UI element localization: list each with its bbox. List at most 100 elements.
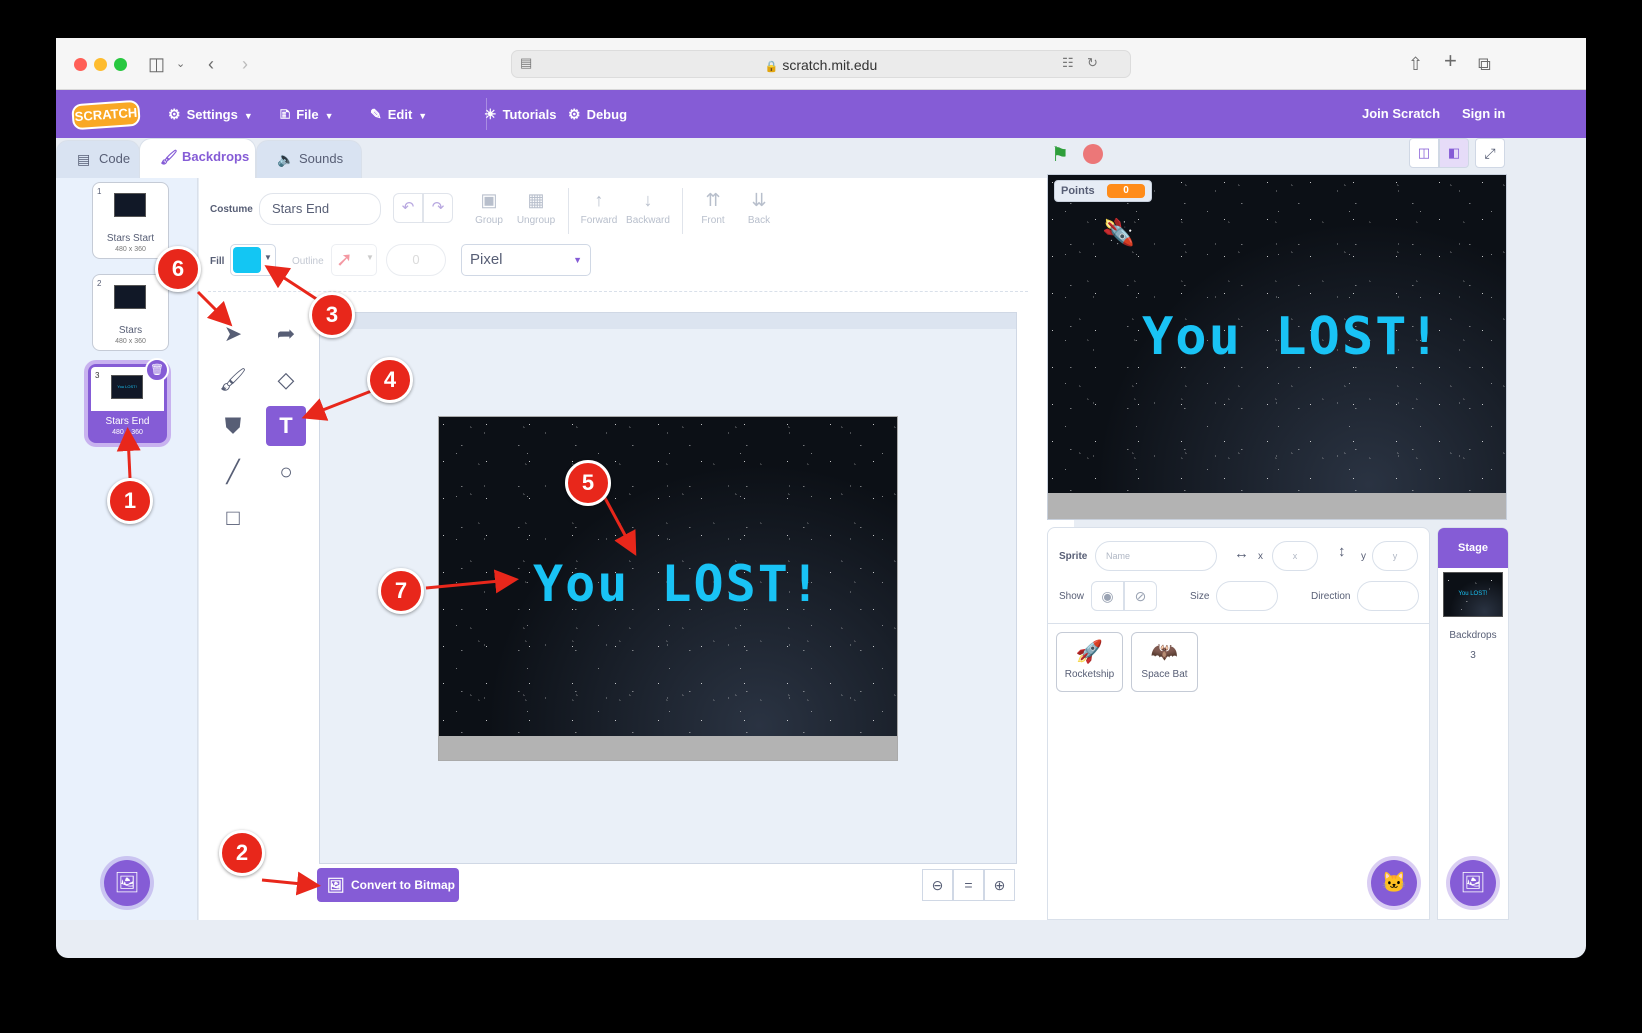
rocketship-sprite[interactable]: 🚀 — [1103, 216, 1134, 248]
back-label: Back — [747, 215, 771, 226]
tab-backdrops-label: Backdrops — [182, 149, 250, 164]
tabs-overview-icon[interactable]: ⧉ — [1478, 52, 1491, 76]
outline-color-picker[interactable]: ➚ ▼ — [331, 244, 377, 276]
stage-canvas[interactable]: You LOST! 🚀 — [1047, 174, 1507, 520]
chevron-down-icon[interactable]: ⌄ — [176, 52, 185, 76]
zoom-out-button[interactable]: ⊖ — [922, 869, 953, 901]
file-menu[interactable]: 🗈 File ▼ — [280, 104, 334, 126]
backdrop-number: 1 — [97, 187, 102, 196]
delete-backdrop-button[interactable]: 🗑 — [145, 358, 169, 382]
select-tool[interactable]: ➤ — [213, 314, 253, 354]
font-select[interactable]: Pixel ▼ — [461, 244, 591, 276]
zoom-in-button[interactable]: ⊕ — [984, 869, 1015, 901]
stop-icon[interactable] — [1083, 144, 1103, 164]
circle-tool[interactable]: ○ — [266, 452, 306, 492]
share-icon[interactable]: ⇧ — [1408, 52, 1423, 76]
zoom-reset-button[interactable]: = — [953, 869, 984, 901]
join-scratch-link[interactable]: Join Scratch — [1362, 104, 1440, 124]
choose-sprite-button[interactable]: 🐱 — [1371, 860, 1417, 906]
sign-in-link[interactable]: Sign in — [1462, 104, 1505, 124]
green-flag-icon[interactable]: ⚑ — [1051, 142, 1069, 167]
ungroup-label: Ungroup — [516, 215, 556, 226]
rectangle-tool[interactable]: □ — [213, 498, 253, 538]
brush-tool[interactable]: 🖌 — [213, 360, 253, 400]
edit-menu[interactable]: ✎ Edit ▼ — [370, 104, 427, 126]
toolbar-divider — [568, 188, 569, 234]
scratch-logo[interactable]: SCRATCH — [71, 99, 141, 131]
edit-label: Edit — [387, 107, 413, 122]
front-button[interactable]: ⇈ Front — [696, 190, 730, 226]
backward-label: Backward — [626, 215, 670, 226]
zoom-out-icon: ⊖ — [931, 877, 944, 893]
x-input[interactable]: x — [1272, 541, 1318, 571]
choose-backdrop-stage-button[interactable]: 🖼 — [1450, 860, 1496, 906]
new-tab-icon[interactable]: + — [1444, 49, 1457, 73]
backdrop-item[interactable]: 1 Stars Start 480 x 360 — [92, 182, 169, 259]
close-window-button[interactable] — [74, 58, 87, 71]
lightbulb-icon: ☀ — [484, 106, 497, 122]
line-tool[interactable]: ╱ — [213, 452, 253, 492]
sidebar-toggle-icon[interactable]: ◫ — [148, 52, 165, 76]
annotation-badge-1: 1 — [107, 478, 153, 524]
eye-slash-icon: ⊘ — [1134, 588, 1147, 604]
outline-width-input[interactable]: 0 — [386, 244, 446, 276]
fill-color-picker[interactable]: ▼ — [230, 244, 276, 276]
small-stage-button[interactable]: ◫ — [1409, 138, 1439, 168]
paint-artboard[interactable]: You LOST! — [438, 416, 898, 761]
annotation-badge-5: 5 — [565, 460, 611, 506]
canvas-text-you-lost[interactable]: You LOST! — [533, 555, 822, 613]
tab-sounds[interactable]: 🔈 Sounds — [256, 140, 362, 178]
show-sprite-button[interactable]: ◉ — [1091, 581, 1124, 611]
undo-icon: ↶ — [401, 199, 415, 216]
reshape-tool[interactable]: ➦ — [266, 314, 306, 354]
costume-name-value: Stars End — [272, 201, 330, 216]
forward-button[interactable]: ↑ Forward — [578, 190, 620, 226]
zoom-window-button[interactable] — [114, 58, 127, 71]
lock-icon: 🔒 — [764, 61, 779, 73]
choose-backdrop-button[interactable]: 🖼 — [104, 860, 150, 906]
eraser-tool[interactable]: ◇ — [266, 360, 306, 400]
fill-tool[interactable]: ⛊ — [213, 406, 253, 446]
ungroup-button[interactable]: ▦ Ungroup — [513, 190, 559, 226]
outline-label: Outline — [292, 256, 324, 267]
costume-name-input[interactable]: Stars End — [259, 193, 381, 225]
stage-thumb-text: You LOST! — [1458, 591, 1488, 597]
group-button[interactable]: ▣ Group — [470, 190, 508, 226]
size-input[interactable] — [1216, 581, 1278, 611]
sprite-name-input[interactable]: Name — [1095, 541, 1217, 571]
address-bar[interactable]: ▤ 🔒 scratch.mit.edu ☷ ↻ — [511, 50, 1131, 78]
show-label: Show — [1059, 591, 1085, 602]
tutorials-button[interactable]: ☀ Tutorials — [484, 104, 557, 125]
tab-backdrops[interactable]: 🖌 Backdrops — [139, 138, 256, 178]
equals-icon: = — [964, 877, 973, 893]
translate-icon[interactable]: ☷ — [1062, 55, 1074, 71]
convert-to-bitmap-button[interactable]: 🖼 Convert to Bitmap — [317, 868, 459, 902]
debug-button[interactable]: ⚙ Debug — [568, 104, 627, 125]
speaker-icon: 🔈 — [277, 151, 295, 167]
large-stage-button[interactable]: ◧ — [1439, 138, 1469, 168]
front-label: Front — [701, 215, 725, 226]
back-button[interactable]: ⇊ Back — [742, 190, 776, 226]
redo-button[interactable]: ↷ — [423, 193, 453, 223]
reload-icon[interactable]: ↻ — [1087, 55, 1098, 71]
fullscreen-button[interactable]: ⤢ — [1475, 138, 1505, 168]
sprite-thumbnail-rocketship[interactable]: 🚀 Rocketship — [1056, 632, 1123, 692]
y-input[interactable]: y — [1372, 541, 1418, 571]
back-icon[interactable]: ‹ — [208, 52, 214, 76]
text-tool[interactable]: T — [266, 406, 306, 446]
tab-code[interactable]: ▤ Code — [56, 140, 140, 178]
backdrop-item[interactable]: 2 Stars 480 x 360 — [92, 274, 169, 351]
front-arrow-icon: ⇈ — [705, 190, 721, 210]
settings-menu[interactable]: ⚙ Settings ▼ — [168, 104, 253, 126]
eraser-icon: ◇ — [277, 367, 295, 392]
undo-button[interactable]: ↶ — [393, 193, 423, 223]
sprite-thumbnail-space-bat[interactable]: 🦇 Space Bat — [1131, 632, 1198, 692]
hide-sprite-button[interactable]: ⊘ — [1124, 581, 1157, 611]
backdrop-thumbnail — [114, 285, 146, 309]
minimize-window-button[interactable] — [94, 58, 107, 71]
forward-icon[interactable]: › — [242, 52, 248, 76]
direction-input[interactable] — [1357, 581, 1419, 611]
backward-button[interactable]: ↓ Backward — [624, 190, 672, 226]
back-arrow-icon: ⇊ — [751, 190, 767, 210]
backdrop-name: Stars Start — [106, 233, 155, 244]
